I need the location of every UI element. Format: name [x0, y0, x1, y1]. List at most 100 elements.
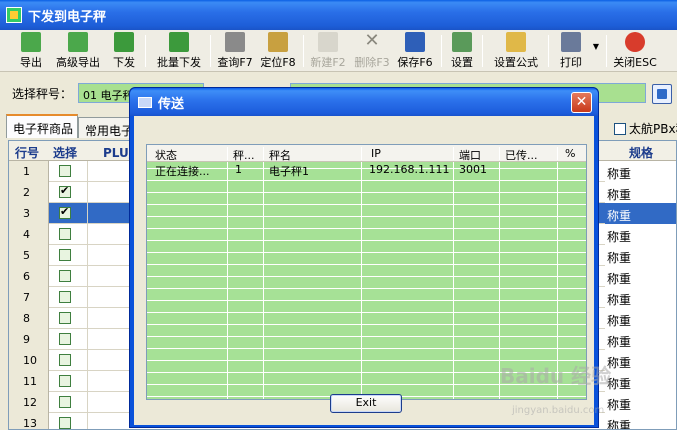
grid-line [87, 392, 88, 413]
row-spec: 称重 [607, 314, 632, 328]
save-button[interactable]: 保存F6 [395, 32, 435, 70]
grid-line [87, 224, 88, 245]
print-button[interactable]: 打印 [554, 32, 588, 70]
send-button[interactable]: 下发 [108, 32, 140, 70]
row-number: 3 [9, 203, 49, 224]
col-port[interactable]: 端口 [459, 147, 481, 163]
exit-button[interactable]: Exit [330, 394, 402, 413]
batch-send-icon [169, 32, 189, 52]
grid-line [87, 161, 88, 182]
grid-line [87, 245, 88, 266]
row-number: 10 [9, 350, 49, 371]
row-spec: 称重 [607, 293, 632, 307]
row-select-checkbox[interactable] [59, 270, 71, 282]
toolbar-separator [303, 35, 304, 67]
row-select-checkbox[interactable] [59, 354, 71, 366]
watermark-url: jingyan.baidu.com [512, 405, 605, 416]
row-number: 2 [9, 182, 49, 203]
save-icon [405, 32, 425, 52]
transfer-list-header: 状态 秤... 秤名 IP 端口 已传... % [147, 145, 586, 163]
transfer-row[interactable]: 正在连接... 1 电子秤1 192.168.1.111 3001 [147, 162, 586, 178]
row-spec: 称重 [607, 230, 632, 244]
grid-line [87, 371, 88, 392]
col-separator [499, 147, 500, 160]
export-button[interactable]: 导出 [14, 32, 48, 70]
row-number: 5 [9, 245, 49, 266]
delete-button[interactable]: ✕ 删除F3 [351, 32, 393, 70]
col-separator [557, 147, 558, 160]
grid-line [453, 162, 454, 399]
row-select-checkbox[interactable] [59, 375, 71, 387]
tab-scale-goods[interactable]: 电子秤商品 [6, 114, 78, 138]
col-sent[interactable]: 已传... [505, 147, 538, 163]
binoculars-icon [225, 32, 245, 52]
grid-line [87, 350, 88, 371]
row-number: 8 [9, 308, 49, 329]
col-ip[interactable]: IP [371, 147, 381, 160]
dialog-title: 传送 [158, 96, 185, 112]
row-select-checkbox[interactable] [59, 333, 71, 345]
grid-line [87, 203, 88, 224]
col-percent[interactable]: % [565, 147, 575, 160]
row-select-checkbox[interactable] [59, 205, 71, 219]
formula-icon [506, 32, 526, 52]
power-icon [625, 32, 645, 52]
row-select-checkbox[interactable] [59, 165, 71, 177]
row-select-checkbox[interactable] [59, 417, 71, 429]
col-separator [263, 147, 264, 160]
settings-icon [452, 32, 472, 52]
row-spec: 称重 [607, 251, 632, 265]
tab-common-scale[interactable]: 常用电子 [78, 117, 134, 138]
row-spec: 称重 [607, 272, 632, 286]
baidu-watermark: Baidu 经验 jingyan.baidu.com [500, 360, 675, 425]
col-scale-no[interactable]: 秤... [233, 147, 255, 163]
grid-line [87, 287, 88, 308]
row-number: 9 [9, 329, 49, 350]
header-row-no: 行号 [15, 146, 40, 160]
main-window-title-bar: 下发到电子秤 [0, 0, 677, 30]
grid-line [361, 162, 362, 399]
row-number: 13 [9, 413, 49, 429]
row-select-checkbox[interactable] [59, 228, 71, 240]
grid-line [87, 413, 88, 429]
advanced-export-icon [68, 32, 88, 52]
toolbar-separator [210, 35, 211, 67]
col-separator [361, 147, 362, 160]
row-select-checkbox[interactable] [59, 396, 71, 408]
row-number: 12 [9, 392, 49, 413]
row-number: 1 [9, 161, 49, 182]
set-formula-button[interactable]: 设置公式 [488, 32, 544, 70]
row-number: 4 [9, 224, 49, 245]
col-separator [227, 147, 228, 160]
row-scale-name: 电子秤1 [269, 165, 309, 178]
close-esc-button[interactable]: 关闭ESC [612, 32, 658, 70]
advanced-export-button[interactable]: 高级导出 [52, 32, 104, 70]
settings-button[interactable]: 设置 [447, 32, 477, 70]
header-spec: 规格 [629, 146, 654, 160]
toolbar-separator [482, 35, 483, 67]
row-select-checkbox[interactable] [59, 312, 71, 324]
toolbar-separator [145, 35, 146, 67]
search-icon[interactable] [652, 84, 672, 104]
print-dropdown-arrow[interactable]: ▼ [590, 32, 602, 70]
send-icon [114, 32, 134, 52]
grid-line [227, 162, 228, 399]
row-number: 11 [9, 371, 49, 392]
row-ip: 192.168.1.111 [369, 163, 450, 176]
row-number: 7 [9, 287, 49, 308]
close-icon[interactable]: ✕ [571, 92, 592, 113]
row-select-checkbox[interactable] [59, 291, 71, 303]
taihang-scale-checkbox[interactable]: 太航PBx秤 [614, 120, 677, 137]
col-status[interactable]: 状态 [155, 147, 177, 163]
query-button[interactable]: 查询F7 [214, 32, 256, 70]
toolbar-separator [606, 35, 607, 67]
locate-button[interactable]: 定位F8 [258, 32, 298, 70]
row-select-checkbox[interactable] [59, 249, 71, 261]
row-scale-no: 1 [235, 163, 242, 176]
new-button[interactable]: 新建F2 [307, 32, 349, 70]
batch-send-button[interactable]: 批量下发 [151, 32, 207, 70]
toolbar-separator [441, 35, 442, 67]
app-icon [6, 7, 22, 23]
row-select-checkbox[interactable] [59, 184, 71, 198]
col-scale-name[interactable]: 秤名 [269, 147, 291, 163]
